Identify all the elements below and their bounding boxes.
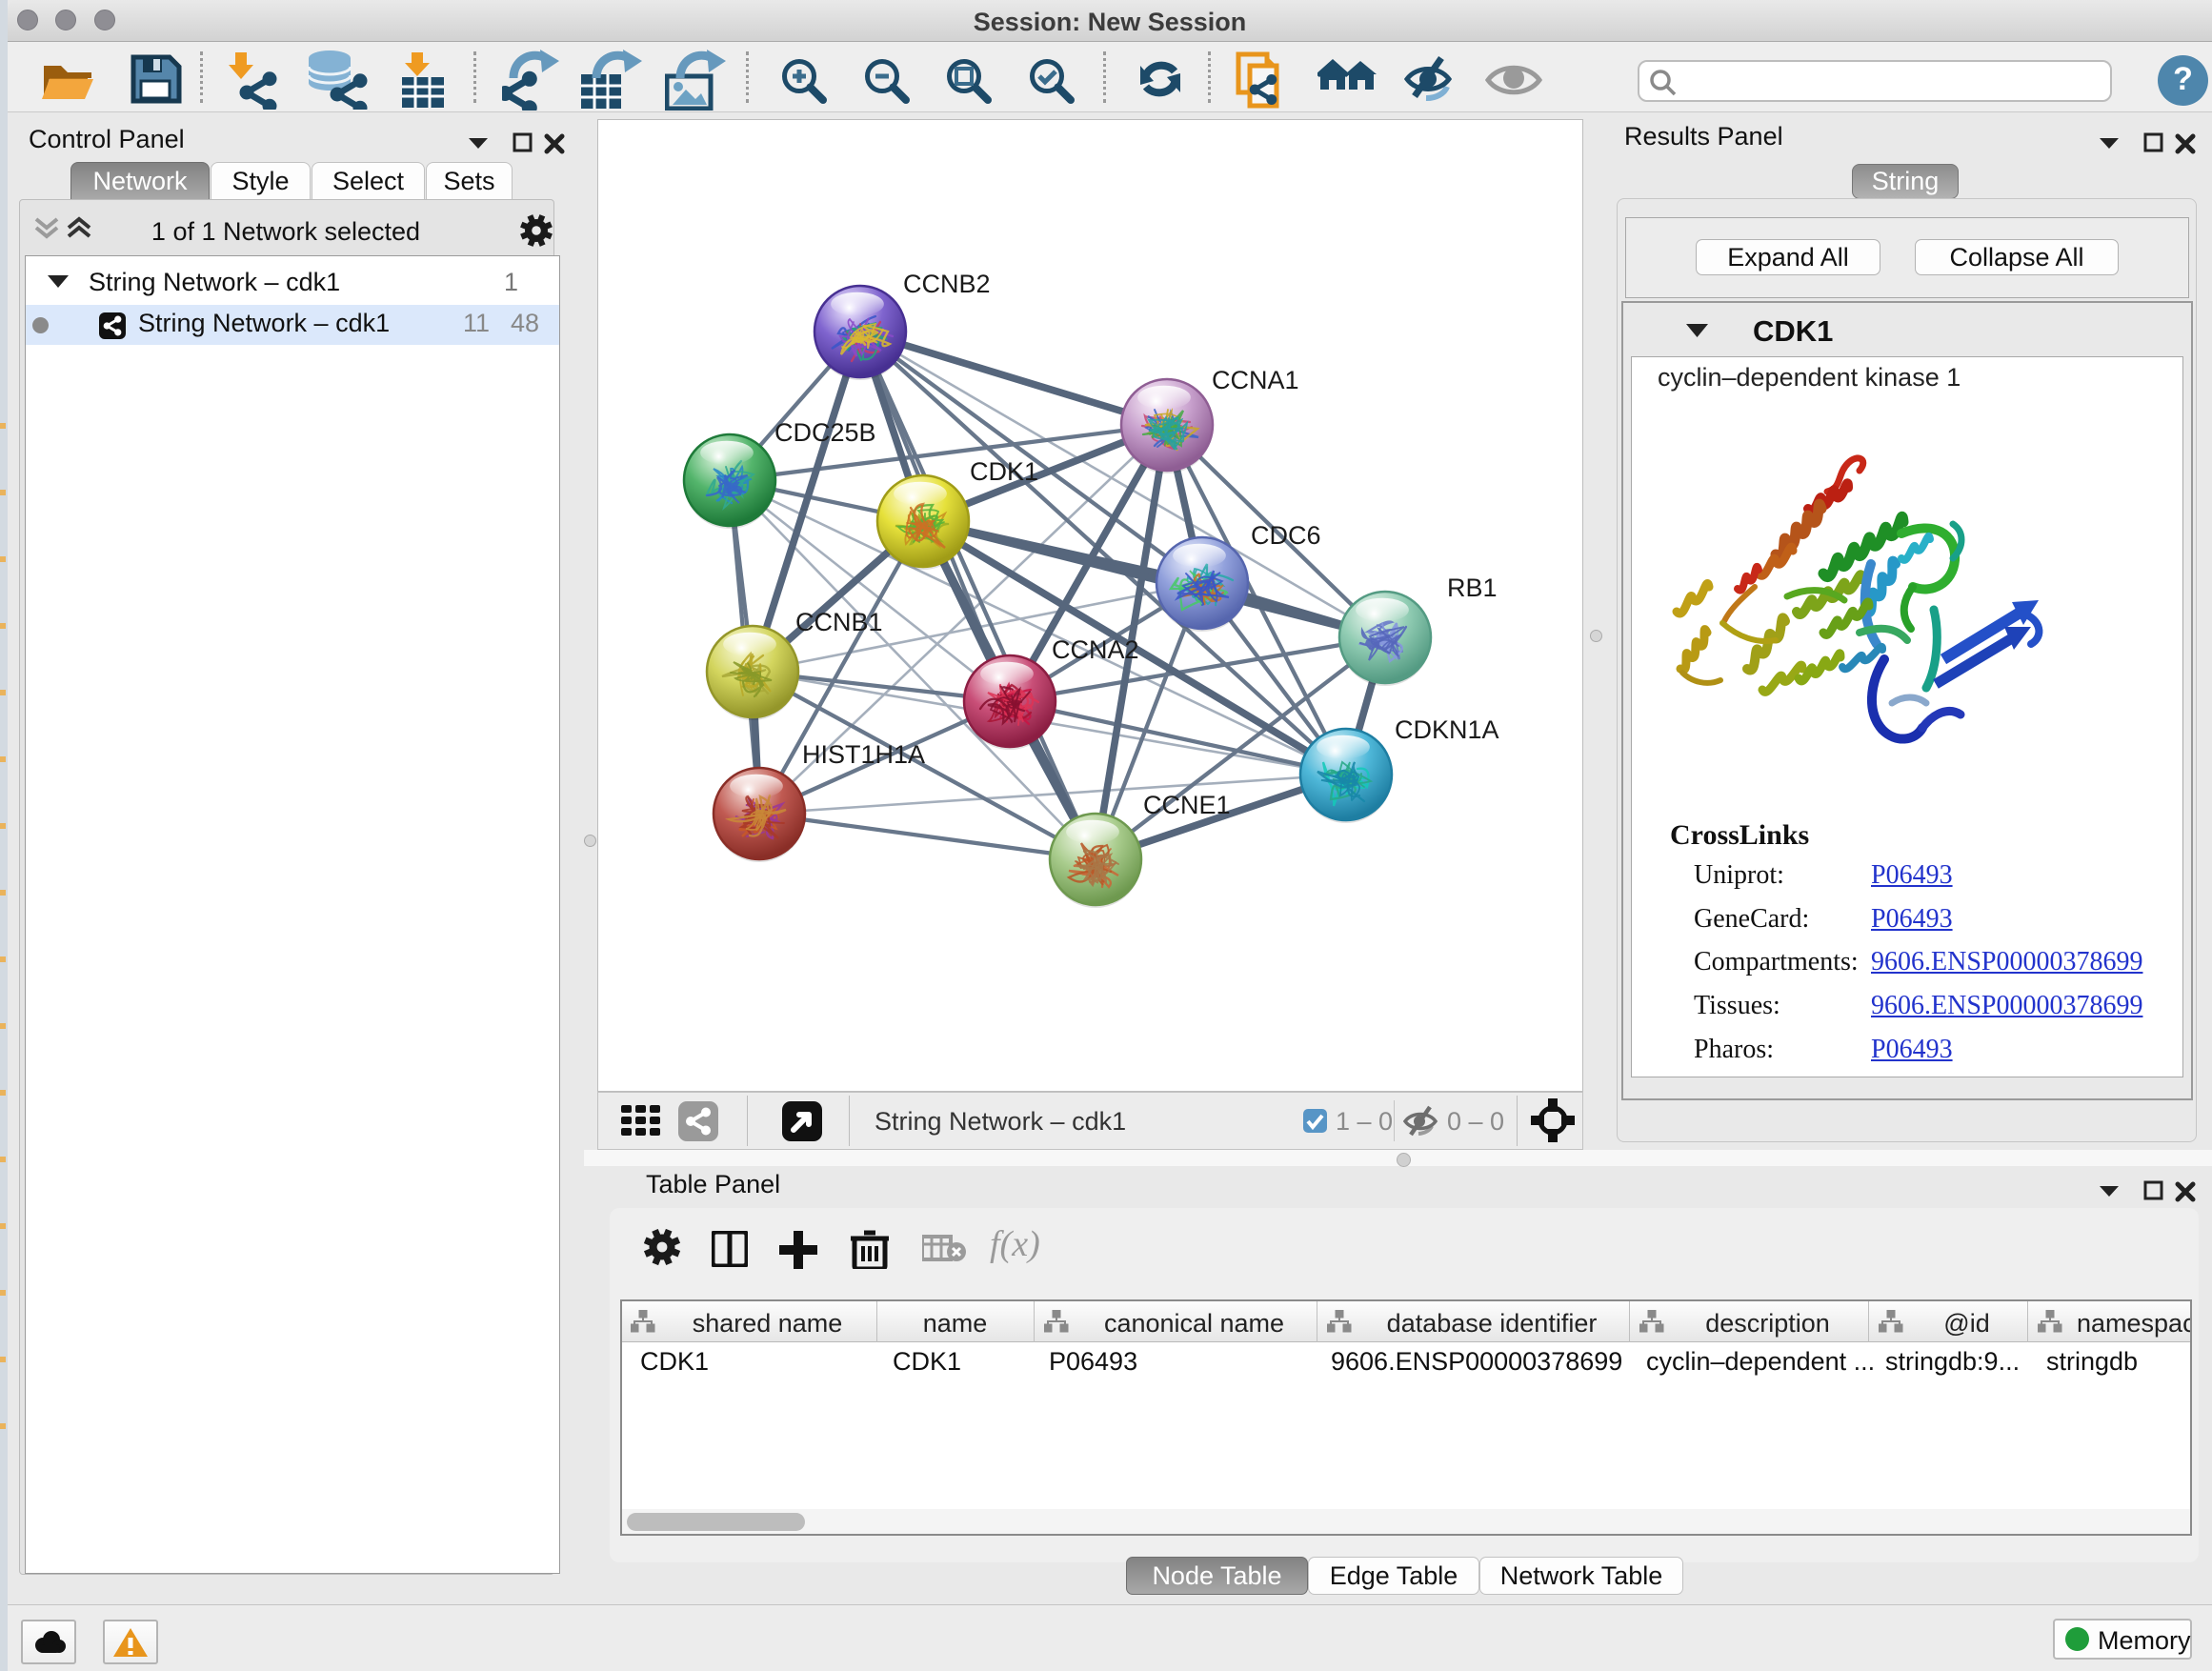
svg-text:HIST1H1A: HIST1H1A [802, 740, 925, 769]
svg-text:CCNB1: CCNB1 [795, 608, 883, 636]
svg-text:CDKN1A: CDKN1A [1395, 715, 1499, 744]
svg-text:CCNA1: CCNA1 [1212, 366, 1299, 394]
svg-text:CCNA2: CCNA2 [1052, 635, 1139, 664]
svg-text:CCNB2: CCNB2 [903, 270, 991, 298]
svg-text:CDC6: CDC6 [1251, 521, 1321, 550]
svg-text:CDC25B: CDC25B [774, 418, 876, 447]
svg-text:CDK1: CDK1 [970, 457, 1038, 486]
svg-text:RB1: RB1 [1447, 574, 1498, 602]
svg-text:CCNE1: CCNE1 [1143, 791, 1231, 819]
